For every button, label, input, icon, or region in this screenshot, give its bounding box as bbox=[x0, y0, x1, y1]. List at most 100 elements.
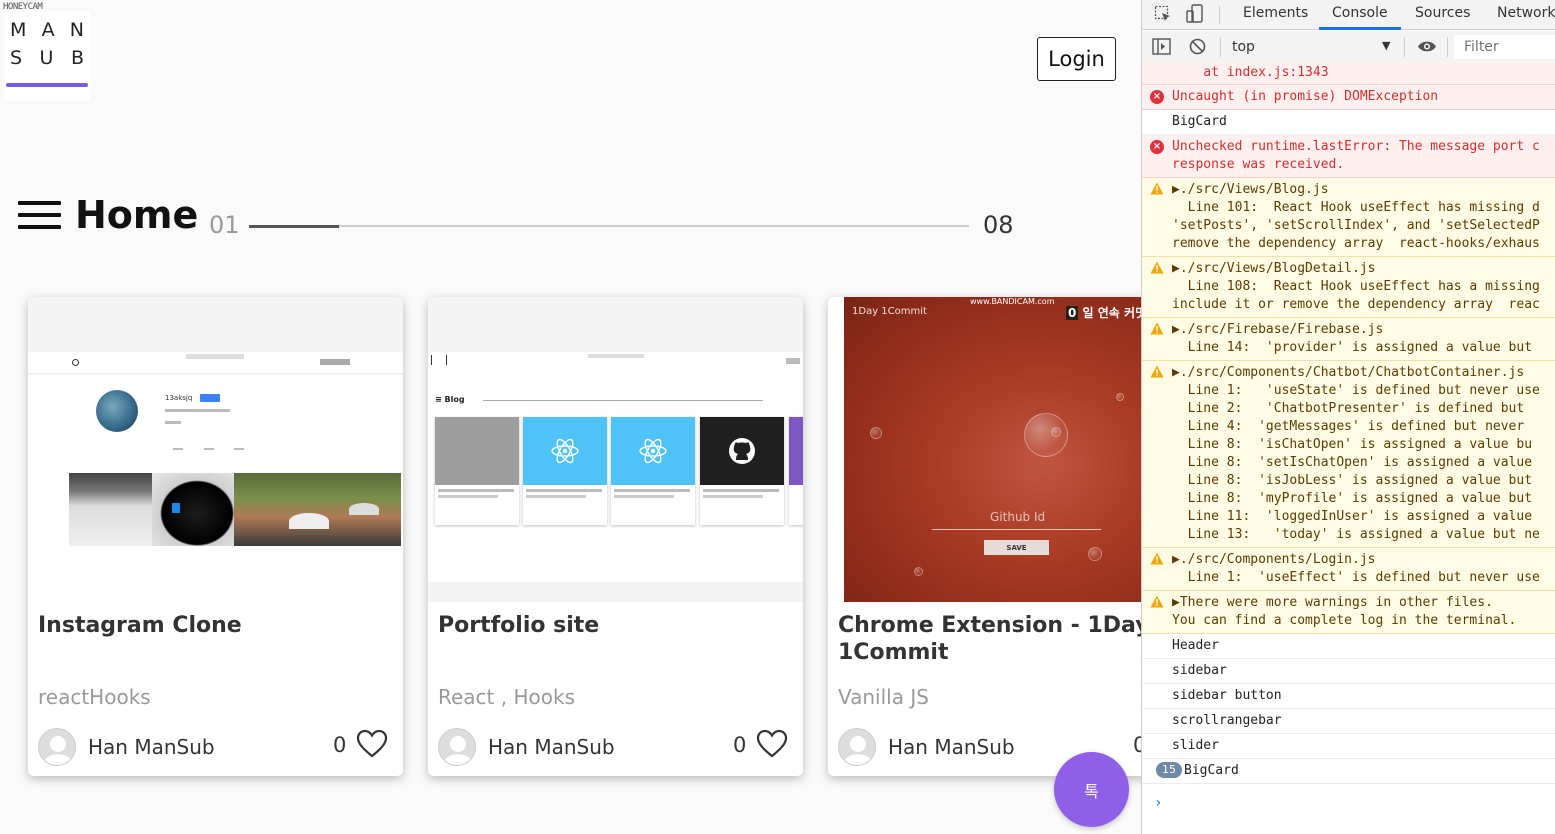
author-name: Han ManSub bbox=[88, 735, 215, 759]
project-card[interactable]: 13aksjq Instagram Clone reactHooks Han M… bbox=[28, 297, 403, 776]
error-icon: × bbox=[1150, 140, 1164, 154]
preview-app-title: 1Day 1Commit bbox=[852, 306, 927, 317]
login-button[interactable]: Login bbox=[1037, 37, 1116, 81]
heart-icon[interactable] bbox=[756, 729, 788, 759]
preview-nav-label: ≡ Blog bbox=[435, 395, 465, 404]
logo-letter: N bbox=[69, 19, 84, 41]
console-message-log[interactable]: slider bbox=[1142, 734, 1555, 759]
console-message-text: ▶./src/Firebase/Firebase.js Line 14: 'pr… bbox=[1172, 322, 1533, 355]
preview-photo bbox=[69, 473, 152, 546]
author-avatar bbox=[38, 728, 76, 766]
author-name: Han ManSub bbox=[488, 735, 615, 759]
author-name: Han ManSub bbox=[888, 735, 1015, 759]
console-message-log[interactable]: Header bbox=[1142, 634, 1555, 659]
console-message-text: ▶./src/Views/Blog.js Line 101: React Hoo… bbox=[1172, 182, 1540, 251]
console-message-warning[interactable]: ▶./src/Components/Login.js Line 1: 'useE… bbox=[1142, 548, 1555, 591]
logo-row-bottom: S U B bbox=[4, 47, 90, 69]
preview-streak: 0 일 연속 커밋 bbox=[1066, 306, 1141, 320]
logo-letter: U bbox=[39, 47, 54, 69]
card-title: Instagram Clone bbox=[38, 613, 242, 638]
console-message-log[interactable]: 15 BigCard bbox=[1142, 759, 1555, 784]
inspect-element-icon[interactable] bbox=[1154, 5, 1172, 23]
like-count: 0 bbox=[733, 733, 747, 757]
tab-sources[interactable]: Sources bbox=[1415, 5, 1470, 21]
clear-console-icon[interactable] bbox=[1189, 38, 1206, 55]
chevron-down-icon[interactable]: ▼ bbox=[1382, 39, 1390, 52]
project-card[interactable]: 1Day 1Commit www.BANDICAM.com 0 일 연속 커밋 … bbox=[828, 297, 1141, 776]
author-avatar bbox=[838, 728, 876, 766]
tab-console[interactable]: Console bbox=[1332, 5, 1388, 21]
warning-icon bbox=[1150, 182, 1164, 195]
warning-icon bbox=[1150, 552, 1164, 565]
preview-follow-chip bbox=[200, 394, 220, 402]
scroll-range-bar[interactable] bbox=[249, 224, 969, 228]
console-message-text: sidebar button bbox=[1172, 688, 1282, 703]
github-icon bbox=[729, 438, 755, 464]
console-message-text: slider bbox=[1172, 738, 1219, 753]
preview-tile bbox=[611, 417, 695, 525]
console-message-warning[interactable]: ▶There were more warnings in other files… bbox=[1142, 591, 1555, 634]
eye-icon[interactable] bbox=[1417, 40, 1437, 53]
range-end-label: 08 bbox=[983, 211, 1014, 239]
warning-icon bbox=[1150, 261, 1164, 274]
console-prompt[interactable]: › bbox=[1154, 795, 1162, 811]
react-icon bbox=[639, 438, 667, 464]
devtools-tabbar: Elements Console Sources Network bbox=[1142, 0, 1555, 30]
console-message-log[interactable]: sidebar bbox=[1142, 659, 1555, 684]
card-title: Chrome Extension - 1Day 1Commit bbox=[838, 613, 1141, 665]
hamburger-menu-icon[interactable] bbox=[18, 201, 61, 229]
console-message-warning[interactable]: ▶./src/Components/Chatbot/ChatbotContain… bbox=[1142, 361, 1555, 548]
console-message-error[interactable]: × Uncaught (in promise) DOMException bbox=[1142, 85, 1555, 110]
logo[interactable]: M A N S U B bbox=[4, 12, 90, 100]
console-filter-input[interactable] bbox=[1454, 35, 1555, 59]
preview-save-button: SAVE bbox=[984, 540, 1049, 555]
logo-letter: M bbox=[10, 19, 27, 41]
device-toolbar-icon[interactable] bbox=[1186, 4, 1204, 24]
page-title: Home bbox=[75, 193, 199, 237]
console-message-log[interactable]: scrollrangebar bbox=[1142, 709, 1555, 734]
preview-tile bbox=[523, 417, 607, 525]
console-message-warning[interactable]: ▶./src/Views/BlogDetail.js Line 108: Rea… bbox=[1142, 257, 1555, 318]
tab-network[interactable]: Network bbox=[1497, 5, 1555, 21]
preview-navbar bbox=[28, 352, 403, 374]
project-card[interactable]: ≡ Blog Portfolio site React , Hooks Han … bbox=[428, 297, 803, 776]
preview-avatar bbox=[96, 390, 138, 432]
logo-letter: A bbox=[41, 19, 55, 41]
console-message-text: ▶There were more warnings in other files… bbox=[1172, 595, 1517, 628]
preview-profile: 13aksjq bbox=[28, 375, 403, 602]
card-title: Portfolio site bbox=[438, 613, 600, 638]
console-message-warning[interactable]: ▶./src/Views/Blog.js Line 101: React Hoo… bbox=[1142, 178, 1555, 257]
console-message-log[interactable]: sidebar button bbox=[1142, 684, 1555, 709]
card-stack: reactHooks bbox=[38, 685, 151, 709]
logo-underline bbox=[6, 83, 88, 87]
card-thumbnail: ≡ Blog bbox=[428, 297, 803, 602]
author-avatar bbox=[438, 728, 476, 766]
logo-row-top: M A N bbox=[4, 19, 90, 41]
console-message-text: Header bbox=[1172, 638, 1219, 653]
context-selector[interactable]: top bbox=[1232, 39, 1255, 55]
preview-profile-name: 13aksjq bbox=[165, 394, 193, 402]
preview-watermark: www.BANDICAM.com bbox=[970, 297, 1055, 306]
sidebar-toggle-icon[interactable] bbox=[1152, 38, 1171, 55]
preview-photo bbox=[234, 473, 401, 546]
console-message-text: Unchecked runtime.lastError: The message… bbox=[1172, 139, 1540, 172]
console-message-warning[interactable]: ▶./src/Firebase/Firebase.js Line 14: 'pr… bbox=[1142, 318, 1555, 361]
warning-icon bbox=[1150, 322, 1164, 335]
error-icon: × bbox=[1150, 90, 1164, 104]
recorder-watermark: HONEYCAM bbox=[3, 2, 43, 12]
tab-elements[interactable]: Elements bbox=[1243, 5, 1308, 21]
console-message-log[interactable]: BigCard bbox=[1142, 110, 1555, 135]
warning-icon bbox=[1150, 595, 1164, 608]
react-icon bbox=[551, 438, 579, 464]
preview-tile bbox=[435, 417, 519, 525]
card-thumbnail: 13aksjq bbox=[28, 297, 403, 602]
console-message-error[interactable]: at index.js:1343 bbox=[1142, 61, 1555, 85]
like-count: 0 bbox=[1133, 733, 1141, 757]
preview-github-label: Github Id bbox=[990, 510, 1046, 524]
scroll-range-fill bbox=[249, 224, 339, 228]
heart-icon[interactable] bbox=[356, 729, 388, 759]
console-message-text: ▶./src/Components/Login.js Line 1: 'useE… bbox=[1172, 552, 1540, 585]
chat-button[interactable]: 톡 bbox=[1054, 752, 1129, 827]
console-message-error[interactable]: × Unchecked runtime.lastError: The messag… bbox=[1142, 135, 1555, 178]
console-message-text: BigCard bbox=[1184, 763, 1239, 778]
